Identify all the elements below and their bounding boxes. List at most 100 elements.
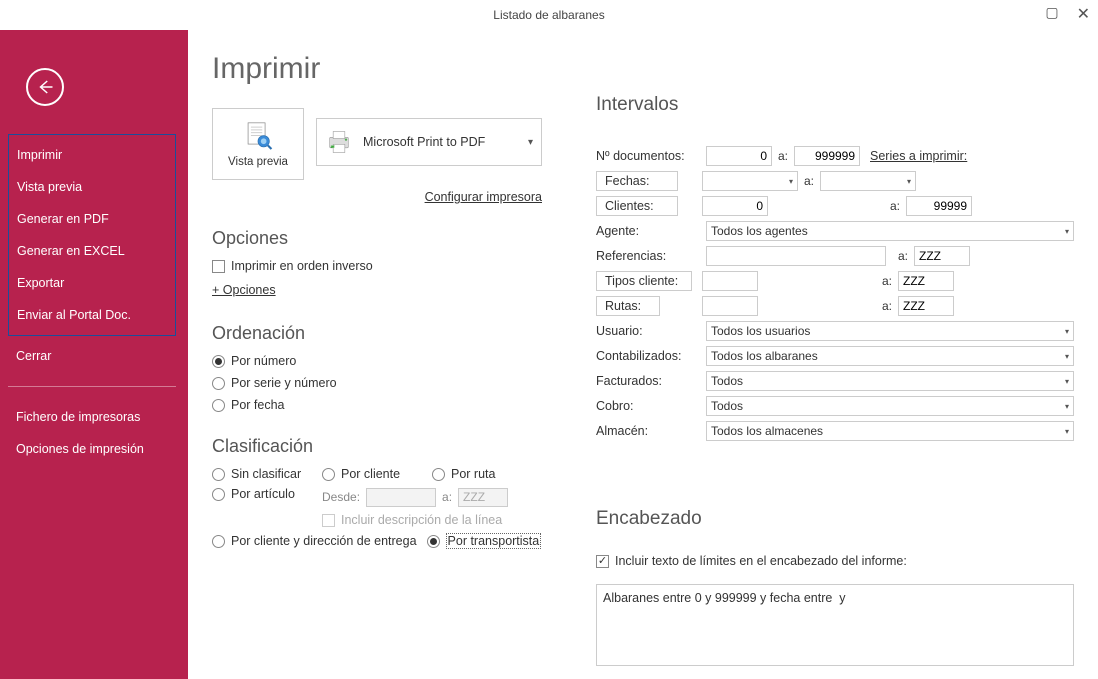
btn-fechas[interactable]: Fechas: xyxy=(596,171,678,191)
label-orden-inverso: Imprimir en orden inverso xyxy=(231,259,373,273)
preview-button[interactable]: Vista previa xyxy=(212,108,304,180)
sidebar-item-cerrar[interactable]: Cerrar xyxy=(8,340,176,372)
window-title: Listado de albaranes xyxy=(493,8,604,22)
chevron-down-icon: ▾ xyxy=(1065,377,1069,386)
printer-select[interactable]: Microsoft Print to PDF ▾ xyxy=(316,118,542,166)
combo-facturados[interactable]: Todos▾ xyxy=(706,371,1074,391)
sidebar-item-vista-previa[interactable]: Vista previa xyxy=(9,171,175,203)
combo-fecha-from[interactable]: ▾ xyxy=(702,171,798,191)
input-rutas-from[interactable] xyxy=(702,296,758,316)
sidebar-item-generar-pdf[interactable]: Generar en PDF xyxy=(9,203,175,235)
label-a-rutas: a: xyxy=(882,299,892,313)
label-por-cliente: Por cliente xyxy=(341,467,400,481)
close-icon[interactable]: ✕ xyxy=(1077,4,1090,24)
label-a: a: xyxy=(442,490,452,504)
combo-usuario[interactable]: Todos los usuarios▾ xyxy=(706,321,1074,341)
chevron-down-icon: ▾ xyxy=(1065,402,1069,411)
label-a-clientes: a: xyxy=(890,199,900,213)
input-clientes-to[interactable] xyxy=(906,196,972,216)
page-title: Imprimir xyxy=(212,52,552,86)
label-desde: Desde: xyxy=(322,490,360,504)
sidebar-item-opciones-impresion[interactable]: Opciones de impresión xyxy=(8,433,176,465)
series-imprimir-link[interactable]: Series a imprimir: xyxy=(870,149,967,163)
radio-cliente-direccion[interactable] xyxy=(212,535,225,548)
btn-rutas[interactable]: Rutas: xyxy=(596,296,660,316)
window-controls: ▢ ✕ xyxy=(1045,4,1090,24)
label-por-numero: Por número xyxy=(231,354,296,368)
radio-por-fecha[interactable] xyxy=(212,399,225,412)
label-almacen: Almacén: xyxy=(596,424,706,438)
label-cliente-direccion: Por cliente y dirección de entrega xyxy=(231,534,417,548)
radio-por-ruta[interactable] xyxy=(432,468,445,481)
section-ordenacion: Ordenación xyxy=(212,323,552,344)
checkbox-orden-inverso[interactable] xyxy=(212,260,225,273)
radio-por-serie[interactable] xyxy=(212,377,225,390)
sidebar-item-exportar[interactable]: Exportar xyxy=(9,267,175,299)
section-encabezado: Encabezado xyxy=(596,508,1074,530)
combo-cobro[interactable]: Todos▾ xyxy=(706,396,1074,416)
label-referencias: Referencias: xyxy=(596,249,706,263)
sidebar: Imprimir Vista previa Generar en PDF Gen… xyxy=(0,30,188,679)
input-tipos-to[interactable] xyxy=(898,271,954,291)
label-por-articulo: Por artículo xyxy=(231,487,295,501)
sidebar-item-generar-excel[interactable]: Generar en EXCEL xyxy=(9,235,175,267)
input-rutas-to[interactable] xyxy=(898,296,954,316)
input-refs-from[interactable] xyxy=(706,246,886,266)
label-agente: Agente: xyxy=(596,224,706,238)
label-a-ndoc: a: xyxy=(778,149,788,163)
document-preview-icon xyxy=(241,120,275,154)
preview-button-label: Vista previa xyxy=(228,156,288,168)
label-ndoc: Nº documentos: xyxy=(596,149,706,163)
configure-printer-link[interactable]: Configurar impresora xyxy=(212,190,542,204)
input-refs-to[interactable] xyxy=(914,246,970,266)
combo-fecha-to[interactable]: ▾ xyxy=(820,171,916,191)
label-por-fecha: Por fecha xyxy=(231,398,285,412)
combo-contabilizados[interactable]: Todos los albaranes▾ xyxy=(706,346,1074,366)
radio-por-numero[interactable] xyxy=(212,355,225,368)
chevron-down-icon: ▾ xyxy=(1065,327,1069,336)
input-ndoc-from[interactable] xyxy=(706,146,772,166)
sidebar-menu-box: Imprimir Vista previa Generar en PDF Gen… xyxy=(8,134,176,336)
input-articulo-hasta xyxy=(458,488,508,507)
sidebar-item-fichero-impresoras[interactable]: Fichero de impresoras xyxy=(8,401,176,433)
checkbox-incluir-texto-limites[interactable] xyxy=(596,555,609,568)
section-opciones: Opciones xyxy=(212,228,552,249)
printer-icon xyxy=(325,128,353,156)
combo-almacen[interactable]: Todos los almacenes▾ xyxy=(706,421,1074,441)
sidebar-item-imprimir[interactable]: Imprimir xyxy=(9,139,175,171)
textarea-encabezado[interactable] xyxy=(596,584,1074,666)
radio-por-cliente[interactable] xyxy=(322,468,335,481)
radio-sin-clasificar[interactable] xyxy=(212,468,225,481)
label-contabilizados: Contabilizados: xyxy=(596,349,706,363)
chevron-down-icon: ▾ xyxy=(1065,227,1069,236)
label-por-ruta: Por ruta xyxy=(451,467,495,481)
titlebar: Listado de albaranes ▢ ✕ xyxy=(0,0,1098,30)
sidebar-separator xyxy=(8,386,176,387)
chevron-down-icon: ▾ xyxy=(1065,352,1069,361)
back-button[interactable] xyxy=(26,68,64,106)
label-sin-clasificar: Sin clasificar xyxy=(231,467,301,481)
chevron-down-icon: ▾ xyxy=(789,177,793,186)
label-por-serie: Por serie y número xyxy=(231,376,337,390)
label-por-transportista: Por transportista xyxy=(446,533,542,549)
section-intervalos: Intervalos xyxy=(596,94,1074,116)
label-usuario: Usuario: xyxy=(596,324,706,338)
radio-por-transportista[interactable] xyxy=(427,535,440,548)
maximize-icon[interactable]: ▢ xyxy=(1045,4,1058,24)
chevron-down-icon: ▾ xyxy=(1065,427,1069,436)
radio-por-articulo[interactable] xyxy=(212,488,225,501)
back-arrow-icon xyxy=(36,78,54,96)
label-cobro: Cobro: xyxy=(596,399,706,413)
btn-clientes[interactable]: Clientes: xyxy=(596,196,678,216)
input-ndoc-to[interactable] xyxy=(794,146,860,166)
chevron-down-icon: ▾ xyxy=(907,177,911,186)
combo-agente[interactable]: Todos los agentes▾ xyxy=(706,221,1074,241)
printer-name: Microsoft Print to PDF xyxy=(363,135,518,149)
chevron-down-icon: ▾ xyxy=(528,137,533,148)
input-clientes-from[interactable] xyxy=(702,196,768,216)
mas-opciones-link[interactable]: + Opciones xyxy=(212,283,276,297)
btn-tipos-cliente[interactable]: Tipos cliente: xyxy=(596,271,692,291)
sidebar-item-enviar-portal[interactable]: Enviar al Portal Doc. xyxy=(9,299,175,331)
input-tipos-from[interactable] xyxy=(702,271,758,291)
label-incluir-desc: Incluir descripción de la línea xyxy=(341,513,502,527)
